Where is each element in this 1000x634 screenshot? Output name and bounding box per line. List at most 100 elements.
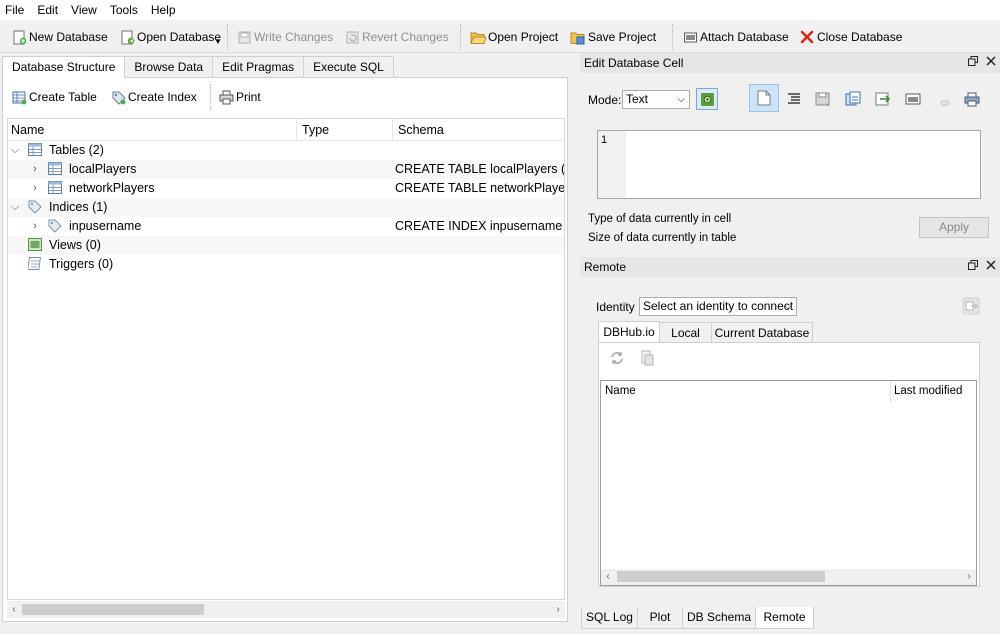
tab-current-database[interactable]: Current Database — [711, 322, 813, 342]
cell-text-editor[interactable]: 1 — [597, 130, 981, 199]
menu-help[interactable]: Help — [146, 0, 184, 20]
tab-remote[interactable]: Remote — [755, 607, 814, 629]
mode-label: Mode: — [588, 93, 622, 107]
menu-view[interactable]: View — [66, 0, 105, 20]
remote-horizontal-scrollbar[interactable]: ‹ › — [601, 569, 976, 585]
column-header-name[interactable]: Name — [605, 385, 636, 397]
export-button[interactable] — [842, 88, 864, 110]
clone-button[interactable] — [636, 347, 658, 369]
tree-row-views[interactable]: Views (0) — [8, 236, 564, 255]
create-index-button[interactable]: Create Index — [110, 86, 197, 108]
column-header-last-modified[interactable]: Last modified — [894, 385, 962, 397]
tree-row-tables[interactable]: ⌵ Tables (2) — [8, 141, 564, 160]
tab-db-schema[interactable]: DB Schema — [682, 607, 756, 629]
document-icon — [757, 90, 771, 106]
revert-changes-label: Revert Changes — [362, 30, 449, 44]
tab-execute-sql[interactable]: Execute SQL — [303, 56, 394, 77]
menu-tools[interactable]: Tools — [105, 0, 146, 20]
expand-arrow-icon[interactable]: › — [30, 160, 40, 179]
window-icon — [905, 93, 921, 105]
revert-changes-button[interactable]: Revert Changes — [344, 26, 449, 48]
close-icon[interactable] — [986, 257, 996, 277]
float-icon[interactable] — [968, 53, 978, 73]
cell-type-info: Type of data currently in cell — [588, 213, 732, 225]
column-header-type[interactable]: Type — [299, 119, 329, 141]
tree-row-table[interactable]: › localPlayers CREATE TABLE localPlayers… — [8, 160, 564, 179]
edit-cell-header: Edit Database Cell — [580, 53, 1000, 73]
menu-file[interactable]: File — [0, 0, 32, 20]
tree-horizontal-scrollbar[interactable]: ‹ › — [7, 601, 565, 618]
create-table-button[interactable]: Create Table — [11, 86, 97, 108]
tab-local[interactable]: Local — [659, 322, 712, 342]
indent-button[interactable] — [783, 88, 805, 110]
refresh-button[interactable] — [606, 347, 628, 369]
menu-edit[interactable]: Edit — [32, 0, 66, 20]
new-database-label: New Database — [29, 30, 108, 44]
remote-title: Remote — [584, 260, 627, 274]
tab-dbhub[interactable]: DBHub.io — [598, 321, 660, 342]
apply-button[interactable]: Apply — [919, 217, 989, 238]
tree-row-table[interactable]: › networkPlayers CREATE TABLE networkPla… — [8, 179, 564, 198]
expand-arrow-icon[interactable]: › — [30, 179, 40, 198]
tree-row-index[interactable]: › inpusername CREATE INDEX inpusername O — [8, 217, 564, 236]
float-icon[interactable] — [968, 257, 978, 277]
tab-sql-log[interactable]: SQL Log — [581, 607, 638, 629]
collapse-arrow-icon[interactable]: ⌵ — [10, 141, 20, 160]
collapse-arrow-icon[interactable]: ⌵ — [10, 198, 20, 217]
scroll-left-icon[interactable]: ‹ — [601, 569, 615, 585]
push-arrow-icon — [962, 297, 980, 315]
tab-browse-data[interactable]: Browse Data — [124, 56, 214, 77]
attach-database-icon — [682, 29, 698, 45]
open-database-dropdown-icon[interactable]: ▼ — [214, 36, 222, 46]
write-changes-button[interactable]: Write Changes — [236, 26, 333, 48]
column-divider — [296, 119, 297, 141]
auto-switch-mode-button[interactable] — [696, 88, 718, 110]
line-number: 1 — [601, 134, 608, 146]
open-database-button[interactable]: Open Database — [119, 26, 221, 48]
close-database-button[interactable]: Close Database — [799, 26, 902, 48]
column-header-schema[interactable]: Schema — [395, 119, 444, 141]
scrollbar-thumb[interactable] — [22, 604, 204, 615]
print-cell-button[interactable] — [961, 88, 983, 110]
tab-database-structure[interactable]: Database Structure — [2, 56, 126, 78]
tab-plot[interactable]: Plot — [637, 607, 683, 629]
edit-cell-dock: Edit Database Cell Mode: Text ⌵ 1 Type o… — [580, 53, 1000, 253]
new-database-button[interactable]: New Database — [11, 26, 108, 48]
scroll-right-icon[interactable]: › — [962, 569, 976, 585]
scrollbar-thumb[interactable] — [617, 571, 825, 582]
scroll-left-icon[interactable]: ‹ — [7, 601, 21, 618]
import-button[interactable] — [812, 88, 834, 110]
menu-bar: File Edit View Tools Help — [0, 0, 1000, 20]
remote-push-button[interactable] — [960, 295, 982, 317]
set-as-null-button[interactable] — [872, 88, 894, 110]
tree-row-indices[interactable]: ⌵ Indices (1) — [8, 198, 564, 217]
toolbar-separator — [227, 24, 228, 50]
close-icon[interactable] — [986, 53, 996, 73]
save-project-button[interactable]: Save Project — [570, 26, 656, 48]
folder-icon — [470, 29, 486, 45]
mode-select[interactable]: Text ⌵ — [622, 90, 690, 109]
disabled-action-button[interactable] — [932, 88, 954, 110]
main-toolbar: New Database Open Database ▼ Write Chang… — [0, 20, 1000, 53]
remote-file-list[interactable]: Name Last modified ‹ › — [600, 380, 977, 586]
chevron-down-icon: ⌵ — [784, 301, 792, 312]
arrow-right-icon — [875, 92, 891, 106]
tab-edit-pragmas[interactable]: Edit Pragmas — [212, 56, 305, 77]
expand-arrow-icon[interactable]: › — [30, 217, 40, 236]
close-red-x-icon — [799, 29, 815, 45]
open-in-external-button[interactable] — [902, 88, 924, 110]
write-changes-label: Write Changes — [254, 30, 334, 44]
attach-database-button[interactable]: Attach Database — [682, 26, 789, 48]
open-project-button[interactable]: Open Project — [470, 26, 558, 48]
tree-label: Indices (1) — [49, 200, 108, 214]
tree-row-triggers[interactable]: Triggers (0) — [8, 255, 564, 274]
tree-schema: CREATE TABLE networkPlayers — [395, 181, 565, 195]
word-wrap-toggle[interactable] — [749, 84, 779, 112]
column-header-name[interactable]: Name — [8, 119, 44, 141]
scroll-right-icon[interactable]: › — [551, 601, 565, 618]
create-index-label: Create Index — [128, 90, 197, 104]
tree-label: localPlayers — [69, 162, 137, 176]
print-button[interactable]: Print — [218, 86, 261, 108]
remote-list-header: Name Last modified — [601, 381, 976, 403]
identity-select[interactable]: Select an identity to connect ⌵ — [639, 297, 797, 316]
